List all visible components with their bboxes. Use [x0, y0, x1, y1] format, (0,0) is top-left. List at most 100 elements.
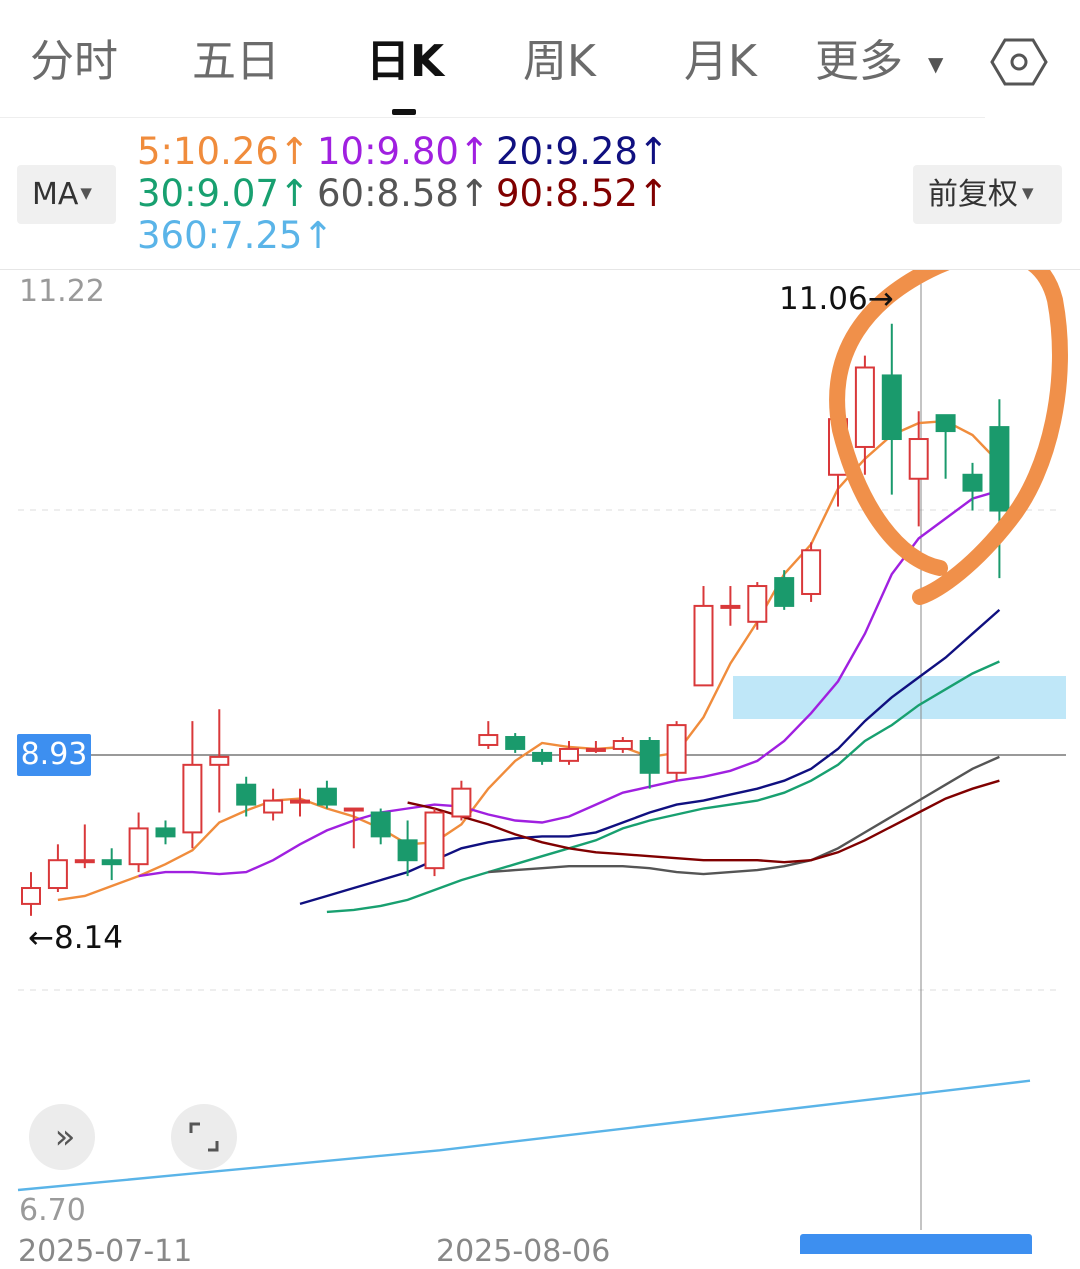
candle-body	[935, 414, 956, 433]
candle	[397, 820, 418, 877]
low-price-marker: ←8.14	[28, 920, 123, 956]
candle-body	[397, 839, 418, 862]
candle-body	[370, 811, 391, 838]
candle	[881, 323, 902, 495]
candle-body	[155, 827, 176, 838]
candle-body	[962, 473, 983, 492]
date-label-start: 2025-07-11	[18, 1234, 193, 1269]
ma20-legend: 20:9.28↑	[496, 130, 669, 173]
candle-body	[532, 751, 553, 762]
candle-body	[424, 811, 445, 870]
caret-down-icon: ▼	[1022, 184, 1034, 202]
candle-body	[263, 799, 284, 814]
candle	[720, 586, 741, 626]
ma360-legend: 360:7.25↑	[137, 214, 334, 257]
candle	[370, 808, 391, 845]
candle-body	[720, 604, 741, 609]
candle-body	[774, 577, 795, 607]
crosshair-price-tag: 8.93	[17, 734, 91, 776]
tab-monthly-k[interactable]: 月K	[684, 32, 757, 92]
candle	[424, 808, 445, 877]
ma30-legend: 30:9.07↑	[137, 172, 310, 215]
candle-body	[343, 807, 364, 812]
candle-body	[209, 755, 230, 766]
tab-divider	[0, 117, 985, 118]
kline-chart[interactable]	[0, 270, 1080, 1249]
candle	[585, 741, 606, 753]
candle	[209, 709, 230, 813]
ma360-line	[17, 1079, 1031, 1192]
high-price-marker: 11.06→	[779, 281, 894, 317]
candle-body	[881, 374, 902, 441]
tab-more[interactable]: 更多	[815, 32, 903, 92]
candle-body	[236, 783, 257, 806]
candle-body	[612, 740, 633, 750]
candle-body	[908, 438, 929, 480]
candle	[935, 414, 956, 479]
tab-daily-k[interactable]: 日K	[366, 32, 444, 92]
candle	[47, 844, 68, 892]
candle	[559, 741, 579, 765]
tab-five-day[interactable]: 五日	[192, 32, 280, 92]
ma60-legend: 60:8.58↑	[317, 172, 490, 215]
candle	[74, 824, 95, 869]
candle	[532, 748, 553, 765]
candle	[316, 780, 337, 809]
active-tab-indicator	[392, 109, 416, 115]
candle	[908, 411, 929, 527]
candle-body	[316, 787, 337, 806]
candle	[263, 788, 284, 821]
ma90-line	[407, 779, 1000, 864]
crosshair-date-badge	[800, 1234, 1032, 1254]
candle	[693, 586, 714, 687]
fullscreen-button[interactable]	[171, 1104, 237, 1170]
candle	[801, 542, 822, 602]
candle-body	[21, 887, 41, 905]
candle-body	[128, 827, 149, 866]
candle-body	[639, 740, 660, 774]
candle	[236, 776, 257, 817]
price-axis-top: 11.22	[19, 274, 105, 309]
candle-body	[801, 549, 822, 595]
candle-body	[747, 585, 768, 623]
candle-body	[559, 747, 579, 762]
candle	[478, 721, 499, 749]
ma90-legend: 90:8.52↑	[496, 172, 669, 215]
expand-chevrons-button[interactable]: »	[29, 1104, 95, 1170]
candle-body	[505, 736, 526, 750]
price-adjust-selector[interactable]: 前复权 ▼	[913, 165, 1062, 224]
ma5-legend: 5:10.26↑	[137, 130, 310, 173]
caret-down-icon: ▼	[80, 184, 92, 202]
fullscreen-icon	[189, 1122, 219, 1152]
candle	[155, 820, 176, 845]
candle	[747, 582, 768, 630]
candle	[639, 737, 660, 789]
candle-body	[854, 366, 875, 448]
tab-weekly-k[interactable]: 周K	[523, 32, 596, 92]
candle-body	[666, 724, 687, 774]
candle	[505, 733, 526, 753]
candle	[128, 812, 149, 873]
period-tab-bar: 分时 五日 日K 周K 月K 更多 ▼	[0, 0, 1080, 118]
candle	[101, 848, 122, 881]
indicator-selector[interactable]: MA ▼	[17, 165, 116, 224]
settings-hexagon-icon[interactable]	[990, 36, 1048, 88]
indicator-label: MA	[32, 177, 79, 212]
support-zone-highlight	[733, 676, 1066, 719]
double-chevron-right-icon: »	[54, 1117, 76, 1157]
candle-body	[989, 426, 1010, 512]
candle	[854, 355, 875, 475]
tab-intraday[interactable]: 分时	[30, 32, 118, 92]
candle	[666, 721, 687, 781]
candle	[182, 721, 203, 849]
date-label-middle: 2025-08-06	[436, 1234, 611, 1269]
candle-body	[585, 747, 606, 752]
adjust-label: 前复权	[928, 177, 1018, 212]
candle-body	[74, 859, 95, 864]
candle-body	[47, 859, 68, 890]
price-axis-bottom: 6.70	[19, 1193, 86, 1228]
candle-body	[693, 604, 714, 687]
candle	[451, 780, 472, 821]
ma10-legend: 10:9.80↑	[317, 130, 490, 173]
candle	[290, 788, 310, 817]
